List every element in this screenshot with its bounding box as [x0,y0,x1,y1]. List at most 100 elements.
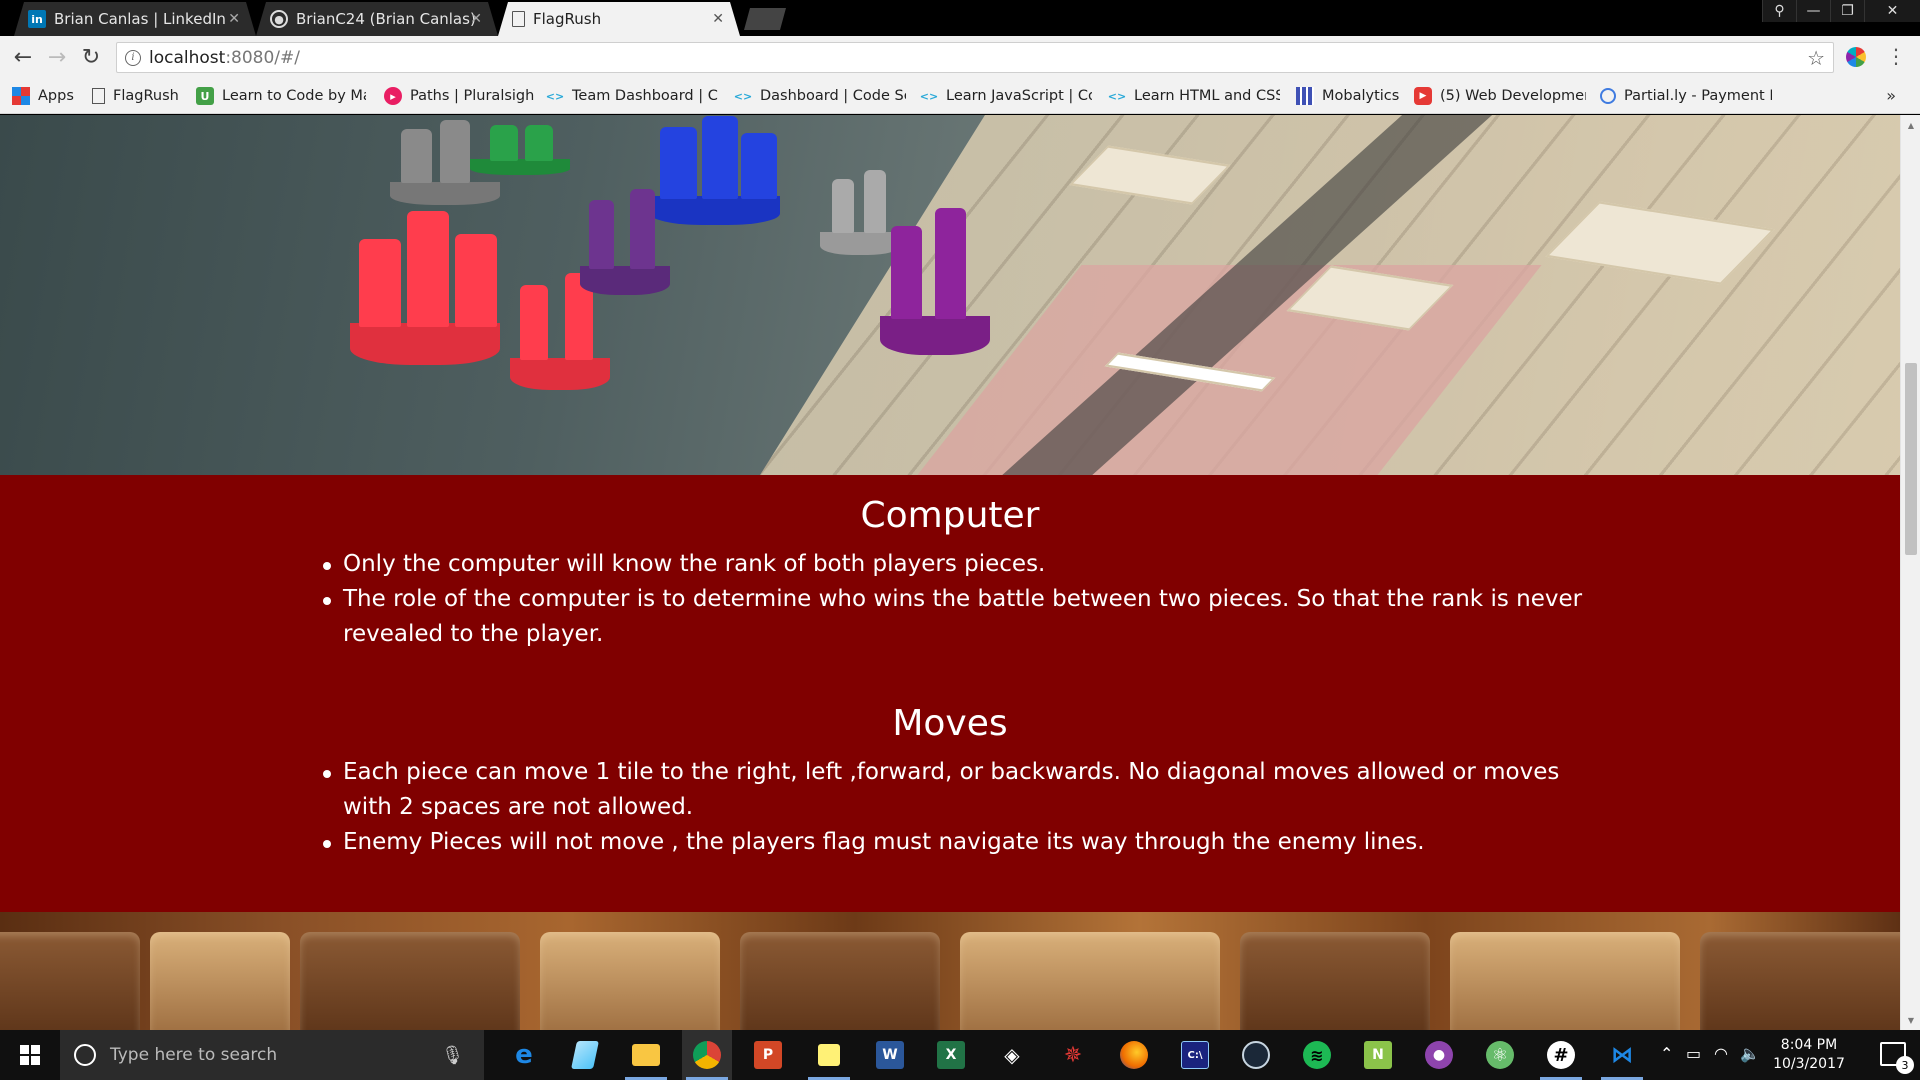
codeschool-icon: <> [1108,89,1127,103]
close-window-icon[interactable]: ✕ [1864,0,1920,22]
tab-flagrush[interactable]: FlagRush ✕ [498,2,740,36]
start-button[interactable] [0,1030,60,1080]
action-center-icon[interactable]: 3 [1880,1042,1914,1074]
sticky-notes-icon[interactable] [804,1030,854,1080]
tab-title: Brian Canlas | LinkedIn [54,10,226,28]
codeschool-icon: <> [546,89,565,103]
rules-section: Computer Only the computer will know the… [0,475,1900,912]
bookmark-team-dashboard[interactable]: <> Team Dashboard | Co [546,84,718,108]
battery-icon[interactable]: ▭ [1686,1044,1701,1063]
chrome-icon[interactable] [682,1030,732,1080]
file-explorer-icon[interactable] [621,1030,671,1080]
close-icon[interactable]: ✕ [712,11,724,27]
excel-icon[interactable]: X [926,1030,976,1080]
chevron-up-icon[interactable]: ⌃ [1660,1044,1673,1063]
bookmark-learn-html-css[interactable]: <> Learn HTML and CSS [1108,84,1280,108]
address-bar[interactable]: i localhost:8080/#/ ☆ [116,42,1834,73]
atom-icon[interactable]: ⚛ [1475,1030,1525,1080]
bookmark-label: Mobalytics [1322,88,1400,104]
wood-tile [1700,932,1900,1030]
computer-rules-list: Only the computer will know the rank of … [323,547,1603,652]
windows-taskbar: Type here to search 🎙 e P W X ◈ ✵ C:\ ≋ … [0,1030,1920,1080]
profile-icon[interactable]: ⚲ [1762,0,1796,22]
close-icon[interactable]: ✕ [470,11,482,27]
bookmark-pluralsight[interactable]: ▸ Paths | Pluralsight [384,84,534,108]
youtube-icon: ▶ [1414,87,1432,105]
notepad-plus-icon[interactable]: N [1353,1030,1403,1080]
steam-icon[interactable] [1231,1030,1281,1080]
restore-icon[interactable]: ❐ [1830,0,1864,22]
bookmark-label: FlagRush [113,88,179,104]
tab-linkedin[interactable]: in Brian Canlas | LinkedIn ✕ [14,2,256,36]
page-scrollbar[interactable]: ▲ ▼ [1900,115,1920,1030]
vscode-icon[interactable]: ⋈ [1597,1030,1647,1080]
firefox-icon[interactable] [1109,1030,1159,1080]
bookmarks-bar: Apps FlagRush U Learn to Code by Ma ▸ Pa… [0,78,1920,114]
scroll-up-icon[interactable]: ▲ [1901,117,1920,133]
bookmark-label: Partial.ly - Payment P [1624,88,1772,104]
close-icon[interactable]: ✕ [228,11,240,27]
bookmark-flagrush[interactable]: FlagRush [92,84,192,108]
github-desktop-icon[interactable]: ● [1414,1030,1464,1080]
bookmark-learn-javascript[interactable]: <> Learn JavaScript | Co [920,84,1092,108]
list-item: Enemy Pieces will not move , the players… [323,825,1603,860]
bookmark-label: Learn to Code by Ma [222,88,366,104]
microphone-icon[interactable]: 🎙 [441,1045,464,1066]
clock-date: 10/3/2017 [1773,1056,1845,1072]
slack-icon[interactable]: # [1536,1030,1586,1080]
bookmark-label: Paths | Pluralsight [410,88,534,104]
moves-heading: Moves [892,703,1008,744]
new-tab-button[interactable] [744,8,786,30]
mobalytics-icon [1296,87,1314,105]
purple-ship-piece [880,205,990,355]
codeschool-icon: <> [734,89,753,103]
scroll-down-icon[interactable]: ▼ [1901,1012,1920,1028]
more-bookmarks-icon[interactable]: » [1886,86,1896,105]
hero-board-game-image [0,115,1900,475]
browser-toolbar: ← → ↻ i localhost:8080/#/ ☆ ⋮ [0,36,1920,78]
bookmark-youtube[interactable]: ▶ (5) Web Developmen [1414,84,1586,108]
bookmark-star-icon[interactable]: ☆ [1807,46,1825,70]
spotify-icon[interactable]: ≋ [1292,1030,1342,1080]
word-icon[interactable]: W [865,1030,915,1080]
edge-icon[interactable]: e [499,1030,549,1080]
bookmark-dashboard[interactable]: <> Dashboard | Code Sc [734,84,906,108]
cmd-icon[interactable]: C:\ [1170,1030,1220,1080]
pluralsight-icon: ▸ [384,87,402,105]
list-item: Each piece can move 1 tile to the right,… [323,755,1603,825]
explorer-alt-icon[interactable] [560,1030,610,1080]
windows-logo-icon [20,1045,40,1065]
forward-icon[interactable]: → [44,44,70,70]
minimize-icon[interactable]: — [1796,0,1830,22]
volume-icon[interactable]: 🔈 [1740,1044,1760,1063]
back-icon[interactable]: ← [10,44,36,70]
menu-icon[interactable]: ⋮ [1886,44,1906,68]
scroll-thumb[interactable] [1905,363,1917,555]
bookmark-apps[interactable]: Apps [12,84,82,108]
powerpoint-icon[interactable]: P [743,1030,793,1080]
bookmark-mobalytics[interactable]: Mobalytics [1296,84,1426,108]
list-item: The role of the computer is to determine… [323,582,1603,652]
partially-icon [1600,88,1616,104]
wood-tile [740,932,940,1030]
linkedin-icon: in [28,10,46,28]
tab-github[interactable]: ● BrianC24 (Brian Canlas) ✕ [256,2,498,36]
url-host: localhost [149,47,226,68]
spider-icon[interactable]: ✵ [1048,1030,1098,1080]
wood-tile [150,932,290,1030]
reload-icon[interactable]: ↻ [78,44,104,70]
info-icon[interactable]: i [125,49,141,66]
wood-tiles-image [0,912,1900,1030]
url-rest: :8080/#/ [225,47,301,68]
bookmark-udacity[interactable]: U Learn to Code by Ma [196,84,366,108]
unity-icon[interactable]: ◈ [987,1030,1037,1080]
red-ship-piece [350,205,500,365]
wifi-icon[interactable]: ◠ [1714,1044,1728,1063]
bookmark-partially[interactable]: Partial.ly - Payment P [1600,84,1772,108]
color-extension-icon[interactable] [1846,47,1866,67]
clock-time: 8:04 PM [1780,1037,1838,1053]
taskbar-search[interactable]: Type here to search 🎙 [60,1030,484,1080]
bookmark-label: Learn HTML and CSS [1134,88,1280,104]
purple-ship-piece [580,185,670,295]
clock[interactable]: 8:04 PM 10/3/2017 [1766,1036,1852,1074]
